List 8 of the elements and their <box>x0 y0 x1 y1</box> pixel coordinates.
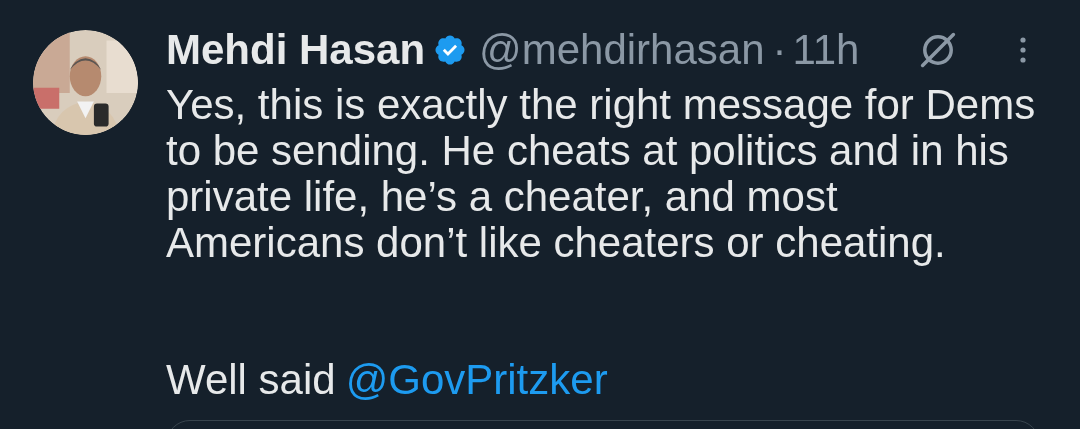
author-name[interactable]: Mehdi Hasan <box>166 26 426 74</box>
timestamp[interactable]: 11h <box>792 26 860 74</box>
separator-dot: · <box>772 26 787 74</box>
more-options-icon[interactable] <box>1018 35 1028 65</box>
author-handle[interactable]: @mehdirhasan <box>479 26 765 74</box>
mention-link[interactable]: @GovPritzker <box>345 357 608 403</box>
tweet-text: Well said <box>166 357 336 403</box>
tweet-text: Yes, this is exactly the right message for Dems to be sending. He cheats at politics and in his private life, he’s a cheater, and most Americans don’t like cheaters or cheating. <box>166 82 1037 266</box>
